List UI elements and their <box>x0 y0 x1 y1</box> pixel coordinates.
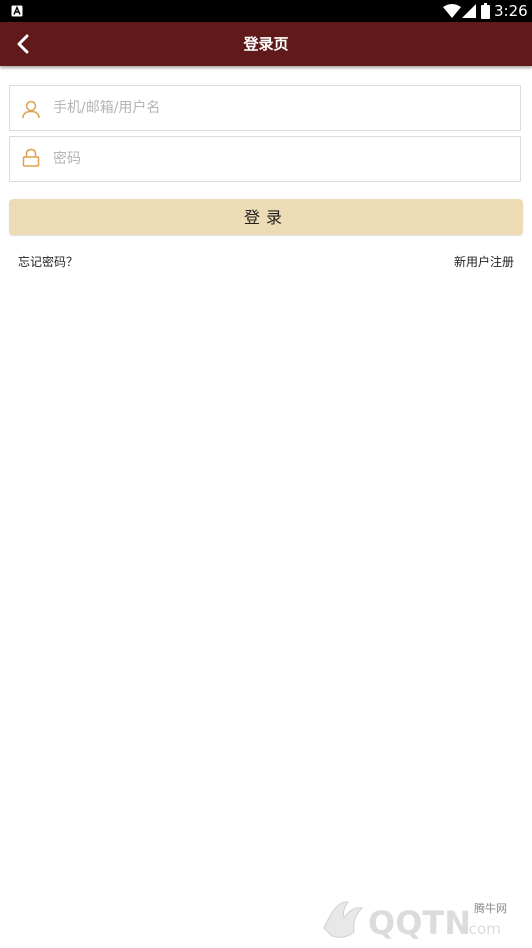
lock-icon <box>22 148 40 167</box>
register-link[interactable]: 新用户注册 <box>454 253 514 271</box>
title-bar: 登录页 <box>0 22 532 66</box>
password-input[interactable] <box>53 137 513 181</box>
svg-text:QQTN: QQTN <box>368 904 471 942</box>
user-icon <box>22 100 40 119</box>
password-field[interactable] <box>9 136 521 182</box>
username-input[interactable] <box>53 86 513 130</box>
svg-text:.com: .com <box>464 920 501 938</box>
watermark-logo: QQTN .com 腾牛网 <box>318 888 530 944</box>
signal-icon <box>462 4 476 18</box>
watermark-label: 腾牛网 <box>474 902 507 915</box>
status-time: 3:26 <box>494 2 528 20</box>
battery-icon <box>481 3 490 19</box>
status-bar: 3:26 <box>0 0 532 22</box>
login-button[interactable]: 登录 <box>9 199 523 235</box>
wifi-icon <box>443 4 461 18</box>
page-title: 登录页 <box>243 35 289 53</box>
a-box-icon <box>11 5 23 17</box>
username-field[interactable] <box>9 85 521 131</box>
forgot-password-link[interactable]: 忘记密码？ <box>18 253 78 271</box>
qqtn-logo-icon: QQTN .com <box>323 901 501 942</box>
